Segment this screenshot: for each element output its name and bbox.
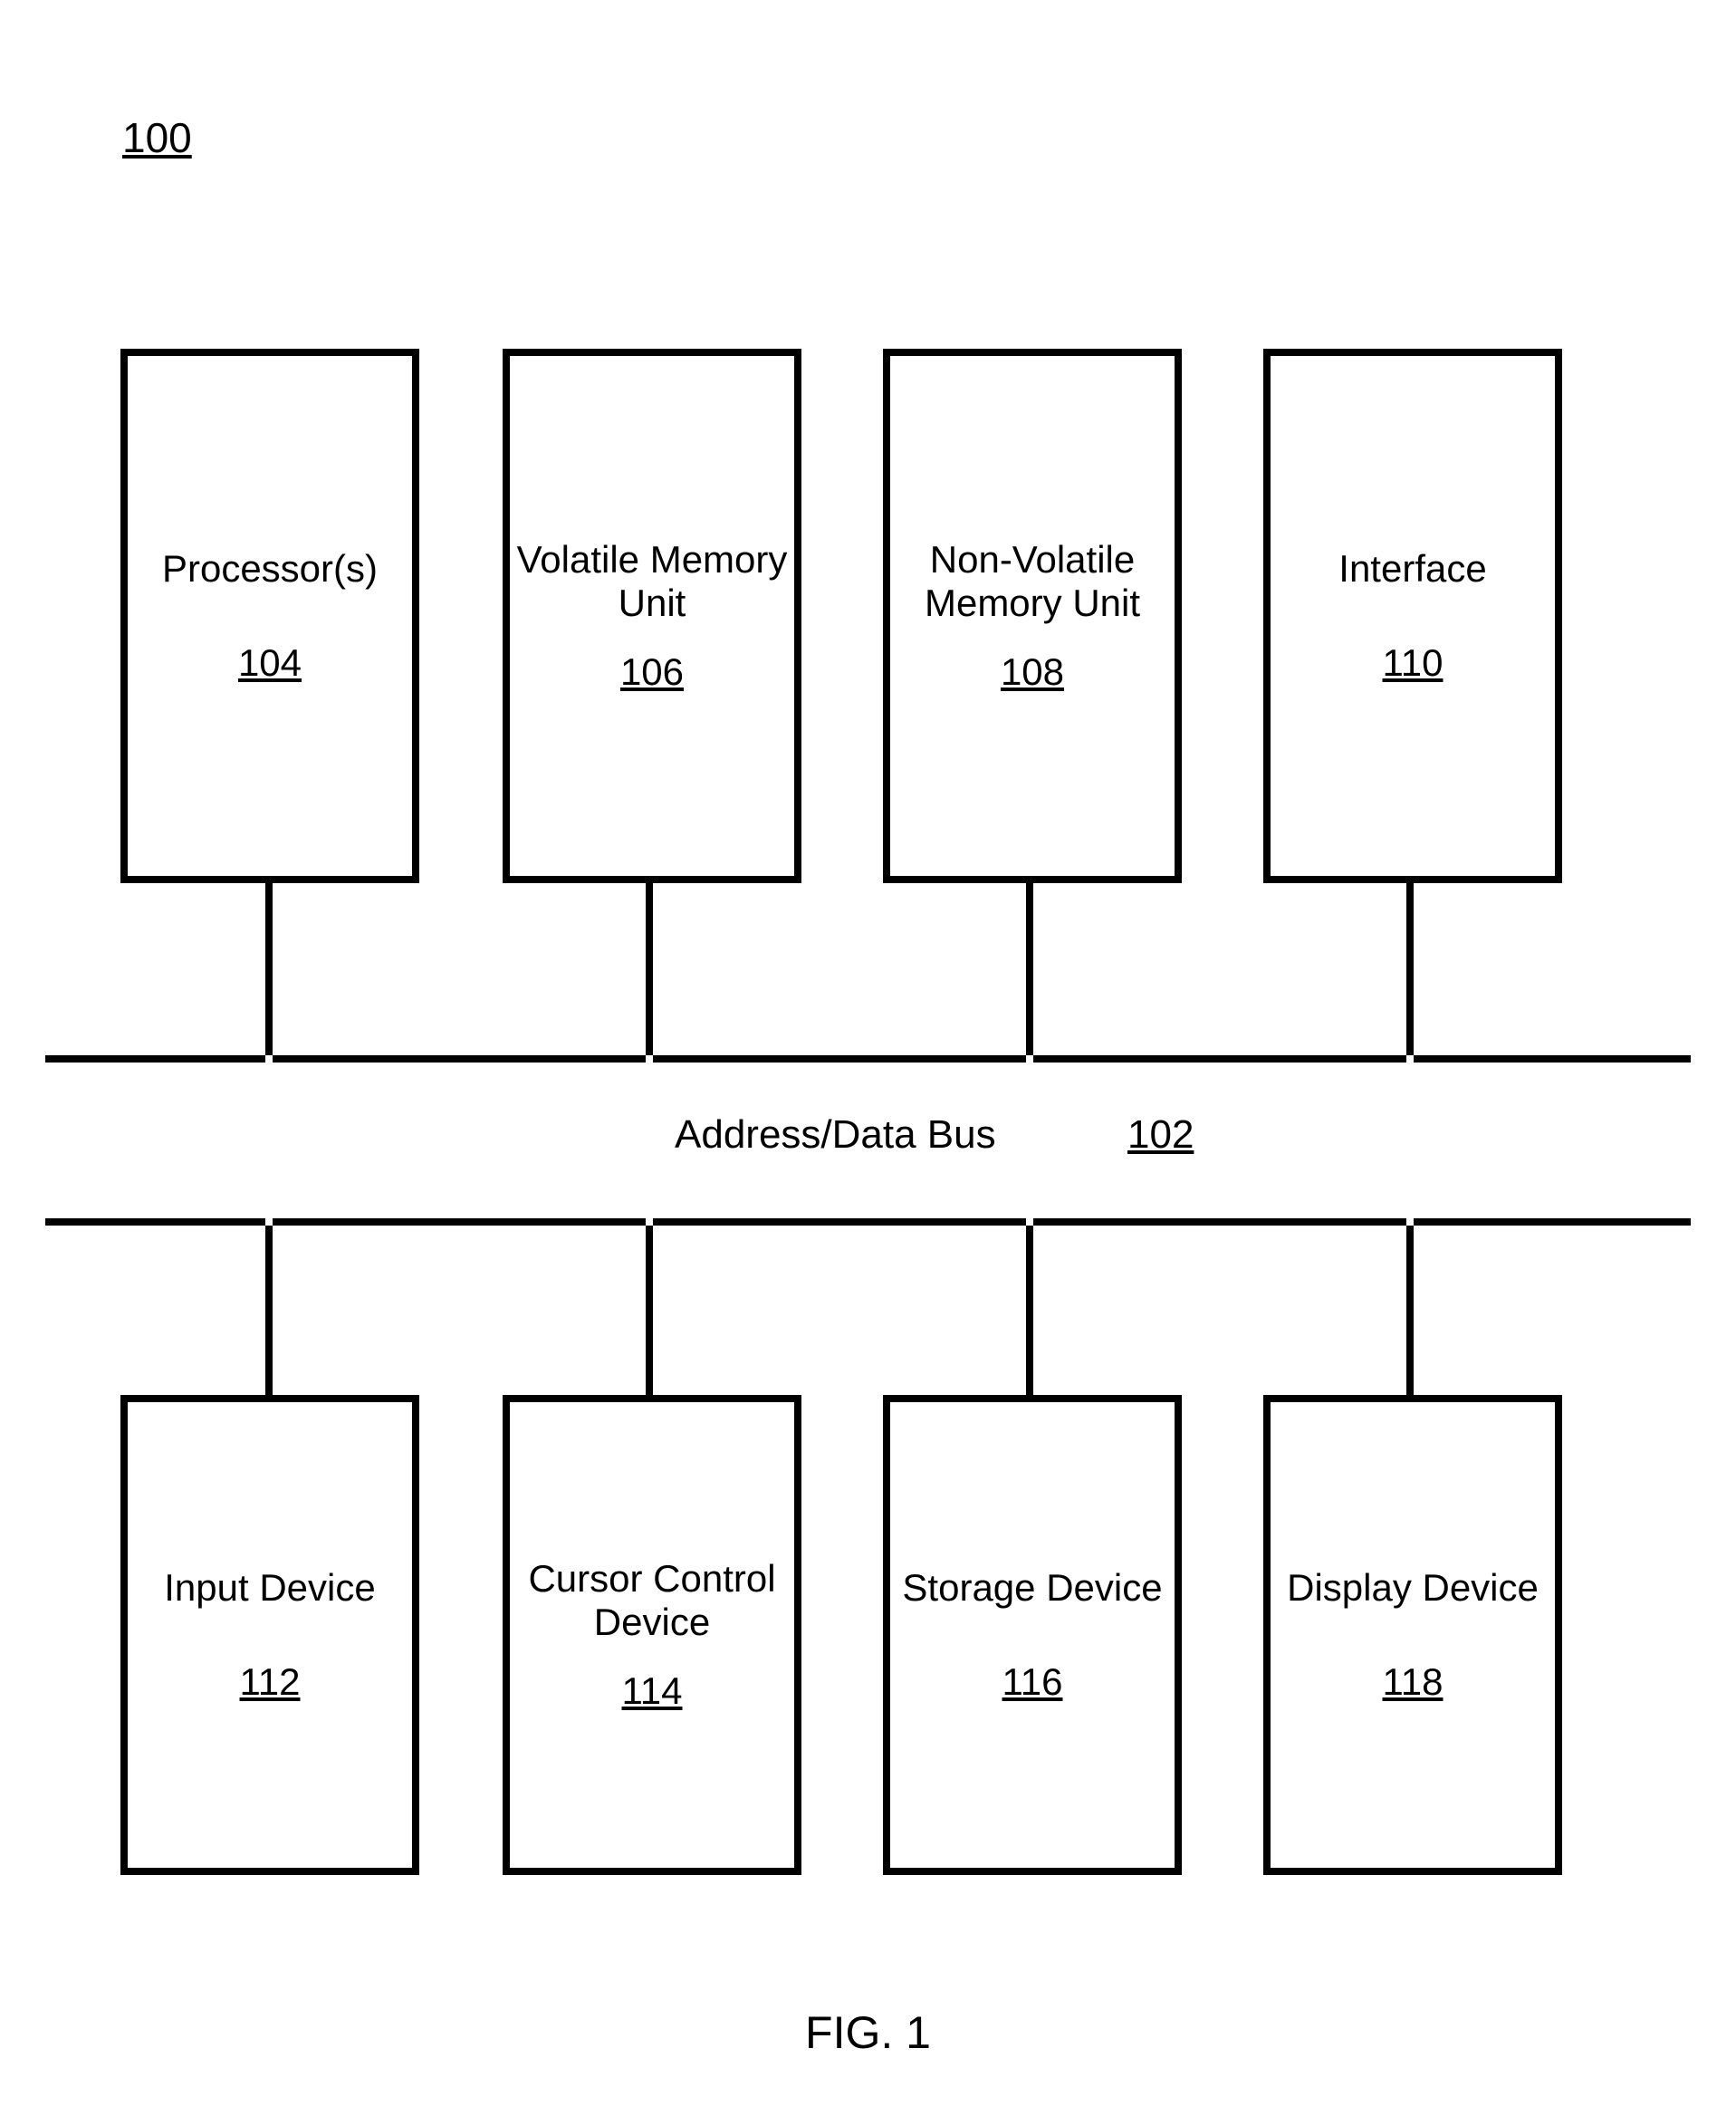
bus-edge <box>1414 1218 1691 1226</box>
bus-edge <box>45 1218 265 1226</box>
bus-reference-number: 102 <box>1127 1112 1194 1158</box>
block-label: Display Device <box>1287 1566 1539 1610</box>
block-ref: 116 <box>1002 1660 1063 1704</box>
input-device-block: Input Device 112 <box>120 1395 419 1875</box>
bus-edge <box>45 1055 265 1063</box>
connector-line <box>1026 883 1033 1055</box>
storage-device-block: Storage Device 116 <box>883 1395 1182 1875</box>
block-label: Processor(s) <box>162 547 378 591</box>
bus-edge <box>653 1055 1026 1063</box>
nonvolatile-memory-block: Non-Volatile Memory Unit 108 <box>883 349 1182 883</box>
bus-label: Address/Data Bus <box>675 1112 996 1158</box>
system-reference-number: 100 <box>122 113 192 162</box>
connector-line <box>265 1226 273 1395</box>
connector-line <box>646 1226 653 1395</box>
block-label: Storage Device <box>902 1566 1162 1610</box>
block-ref: 108 <box>1001 650 1064 694</box>
patent-figure-1: 100 Processor(s) 104 Volatile Memory Uni… <box>0 0 1736 2106</box>
block-ref: 114 <box>622 1669 683 1713</box>
connector-line <box>265 883 273 1055</box>
block-label: Interface <box>1338 547 1486 591</box>
block-label: Non-Volatile Memory Unit <box>890 538 1175 626</box>
bus-edge <box>1033 1218 1406 1226</box>
connector-line <box>1406 883 1414 1055</box>
block-label: Cursor Control Device <box>510 1557 794 1645</box>
display-device-block: Display Device 118 <box>1263 1395 1562 1875</box>
bus-edge <box>273 1218 646 1226</box>
cursor-control-device-block: Cursor Control Device 114 <box>503 1395 801 1875</box>
block-ref: 110 <box>1383 641 1443 685</box>
processor-block: Processor(s) 104 <box>120 349 419 883</box>
block-ref: 118 <box>1383 1660 1443 1704</box>
figure-caption: FIG. 1 <box>0 2006 1736 2059</box>
bus-edge <box>653 1218 1026 1226</box>
volatile-memory-block: Volatile Memory Unit 106 <box>503 349 801 883</box>
bus-edge <box>1033 1055 1406 1063</box>
block-label: Volatile Memory Unit <box>510 538 794 626</box>
block-label: Input Device <box>164 1566 375 1610</box>
bus-edge <box>273 1055 646 1063</box>
block-ref: 112 <box>240 1660 301 1704</box>
block-ref: 106 <box>620 650 684 694</box>
interface-block: Interface 110 <box>1263 349 1562 883</box>
bus-edge <box>1414 1055 1691 1063</box>
connector-line <box>646 883 653 1055</box>
connector-line <box>1406 1226 1414 1395</box>
block-ref: 104 <box>238 641 302 685</box>
connector-line <box>1026 1226 1033 1395</box>
